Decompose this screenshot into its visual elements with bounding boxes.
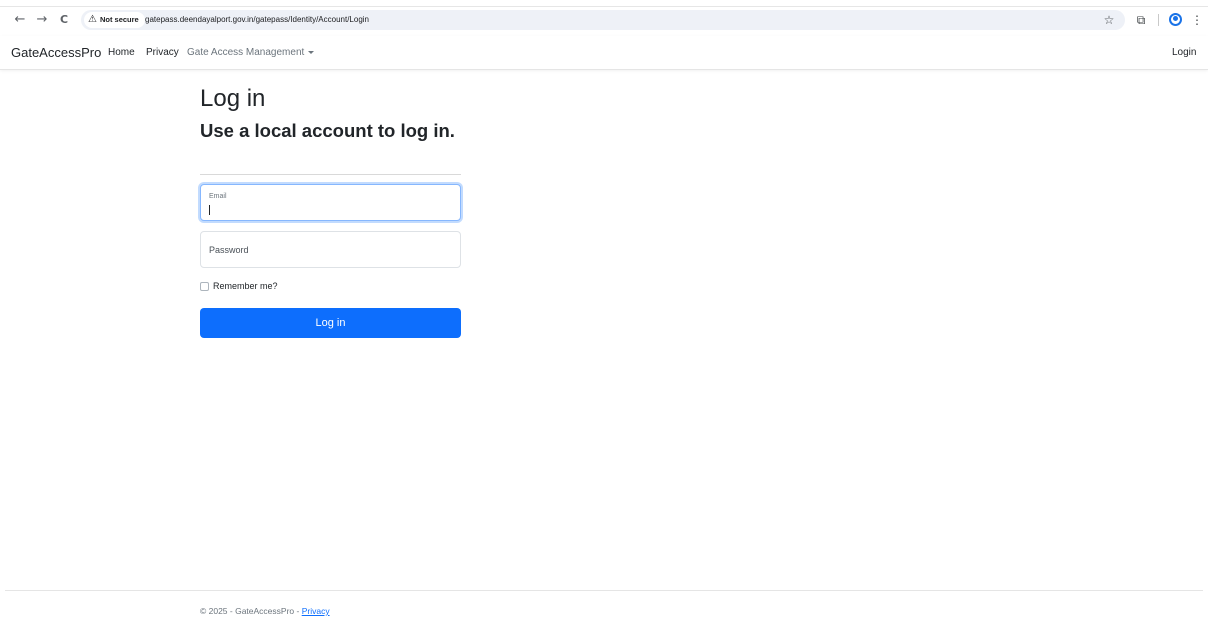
email-label: Email <box>209 193 227 200</box>
remember-me-row: Remember me? <box>200 280 278 292</box>
nav-home[interactable]: Home <box>108 47 135 59</box>
page-title: Log in <box>200 85 266 112</box>
email-field[interactable]: Email <box>200 184 461 221</box>
footer-privacy-link[interactable]: Privacy <box>302 606 330 616</box>
footer-copyright: © 2025 - GateAccessPro - <box>200 606 302 616</box>
footer: © 2025 - GateAccessPro - Privacy <box>200 605 330 617</box>
warning-icon: ⚠ <box>88 14 97 25</box>
reload-icon[interactable]: C <box>56 12 72 28</box>
profile-icon[interactable] <box>1169 13 1182 26</box>
forward-arrow-icon[interactable]: → <box>34 12 50 28</box>
extensions-icon[interactable]: ⧉ <box>1133 12 1149 28</box>
text-cursor <box>209 205 210 215</box>
url-text[interactable]: gatepass.deendayalport.gov.in/gatepass/I… <box>145 12 369 28</box>
login-button[interactable]: Log in <box>200 308 461 338</box>
page-subtitle: Use a local account to log in. <box>200 120 455 141</box>
remember-me-label[interactable]: Remember me? <box>213 280 278 292</box>
bookmark-star-icon[interactable]: ☆ <box>1101 12 1117 28</box>
nav-gate-access-management[interactable]: Gate Access Management <box>187 47 315 59</box>
browser-menu-icon[interactable]: ⋮ <box>1189 12 1205 28</box>
security-label: Not secure <box>99 15 139 24</box>
section-divider <box>200 174 461 175</box>
tab-strip-divider <box>0 6 1208 7</box>
security-chip[interactable]: ⚠ Not secure <box>84 12 145 28</box>
app-navbar: GateAccessPro Home Privacy Gate Access M… <box>0 36 1208 70</box>
browser-toolbar: ← → C ⚠ Not secure gatepass.deendayalpor… <box>0 0 1208 35</box>
footer-divider <box>5 590 1203 591</box>
brand-link[interactable]: GateAccessPro <box>11 45 101 61</box>
nav-login[interactable]: Login <box>1172 47 1196 59</box>
toolbar-separator <box>1158 14 1159 26</box>
back-arrow-icon[interactable]: ← <box>12 12 28 28</box>
password-label: Password <box>209 245 249 255</box>
password-field[interactable]: Password <box>200 231 461 268</box>
remember-me-checkbox[interactable] <box>200 281 209 291</box>
nav-privacy[interactable]: Privacy <box>146 47 179 59</box>
nav-gate-access-management-label: Gate Access Management <box>187 47 305 58</box>
chevron-down-icon <box>308 50 315 54</box>
